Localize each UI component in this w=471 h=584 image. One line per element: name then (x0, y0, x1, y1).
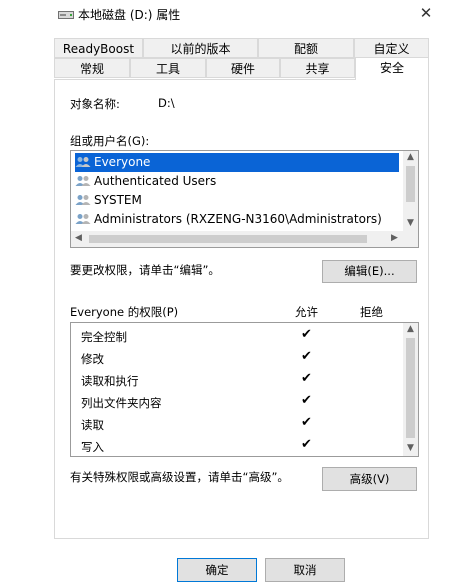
allow-check-icon: ✔ (301, 393, 312, 408)
tab-tools[interactable]: 工具 (130, 58, 206, 78)
drive-icon (58, 11, 74, 19)
tab-general[interactable]: 常规 (54, 58, 130, 78)
list-item[interactable]: Authenticated Users (75, 172, 216, 191)
tab-security[interactable]: 安全 (355, 57, 429, 80)
dialog-footer: 确定 取消 (0, 545, 471, 584)
tab-previous-versions[interactable]: 以前的版本 (143, 38, 258, 58)
group-name: Administrators (RXZENG-N3160\Administrat… (94, 212, 382, 226)
close-button[interactable]: ✕ (410, 0, 442, 26)
allow-check-icon: ✔ (301, 437, 312, 452)
scroll-up-button[interactable]: ▲ (403, 323, 418, 336)
scroll-left-button[interactable]: ◀ (71, 232, 86, 245)
groups-horizontal-scrollbar[interactable]: ◀ ▶ (71, 231, 418, 247)
scroll-thumb[interactable] (89, 235, 367, 243)
users-icon (75, 176, 91, 186)
tab-quota[interactable]: 配额 (258, 38, 354, 58)
groups-vertical-scrollbar[interactable]: ▲ ▼ (403, 151, 418, 231)
permissions-scrollbar[interactable]: ▲ ▼ (403, 323, 418, 456)
permission-name: 读取和执行 (81, 374, 139, 388)
title-bar: 本地磁盘 (D:) 属性 ✕ (0, 0, 471, 30)
groups-label: 组或用户名(G): (70, 134, 150, 148)
allow-check-icon: ✔ (301, 371, 312, 386)
list-item[interactable]: Everyone (75, 153, 399, 172)
object-name-label: 对象名称: (70, 97, 120, 111)
object-name-value: D:\ (158, 96, 175, 110)
permissions-list[interactable]: 完全控制 ✔ 修改 ✔ 读取和执行 ✔ 列出文件夹内容 ✔ 读取 ✔ 写入 ✔ … (70, 322, 419, 457)
permission-name: 列出文件夹内容 (81, 396, 162, 410)
deny-header: 拒绝 (360, 305, 383, 319)
group-name: Everyone (94, 155, 151, 169)
allow-header: 允许 (295, 305, 318, 319)
edit-hint: 要更改权限，请单击“编辑”。 (70, 263, 220, 277)
scroll-up-button[interactable]: ▲ (403, 151, 418, 164)
security-panel: 对象名称: D:\ 组或用户名(G): Everyone Authenticat… (54, 79, 429, 539)
scroll-right-button[interactable]: ▶ (387, 232, 402, 245)
permission-name: 读取 (81, 418, 104, 432)
scroll-thumb[interactable] (406, 338, 415, 438)
tab-customize[interactable]: 自定义 (354, 38, 429, 58)
users-icon (75, 157, 91, 167)
list-item[interactable]: SYSTEM (75, 191, 142, 210)
ok-button[interactable]: 确定 (177, 558, 257, 582)
list-item[interactable]: Administrators (RXZENG-N3160\Administrat… (75, 210, 382, 229)
close-icon: ✕ (419, 4, 433, 22)
cancel-button[interactable]: 取消 (265, 558, 345, 582)
allow-check-icon: ✔ (301, 327, 312, 342)
permissions-label: Everyone 的权限(P) (70, 305, 179, 319)
window-title: 本地磁盘 (D:) 属性 (78, 8, 181, 22)
group-name: Authenticated Users (94, 174, 217, 188)
edit-button[interactable]: 编辑(E)... (322, 260, 417, 283)
users-icon (75, 195, 91, 205)
allow-check-icon: ✔ (301, 415, 312, 430)
scroll-down-button[interactable]: ▼ (403, 442, 418, 455)
scroll-down-button[interactable]: ▼ (403, 217, 418, 230)
group-name: SYSTEM (94, 193, 142, 207)
tab-hardware[interactable]: 硬件 (206, 58, 280, 78)
permission-name: 修改 (81, 352, 104, 366)
tab-readyboost[interactable]: ReadyBoost (54, 38, 143, 58)
scroll-thumb[interactable] (406, 166, 415, 202)
advanced-hint: 有关特殊权限或高级设置，请单击“高级”。 (70, 470, 289, 484)
permission-name: 写入 (81, 440, 104, 454)
tab-sharing[interactable]: 共享 (280, 58, 355, 78)
allow-check-icon: ✔ (301, 349, 312, 364)
users-icon (75, 214, 91, 224)
advanced-button[interactable]: 高级(V) (322, 467, 417, 491)
groups-listbox[interactable]: Everyone Authenticated Users SYSTEM Admi… (70, 150, 419, 248)
permission-name: 完全控制 (81, 330, 127, 344)
